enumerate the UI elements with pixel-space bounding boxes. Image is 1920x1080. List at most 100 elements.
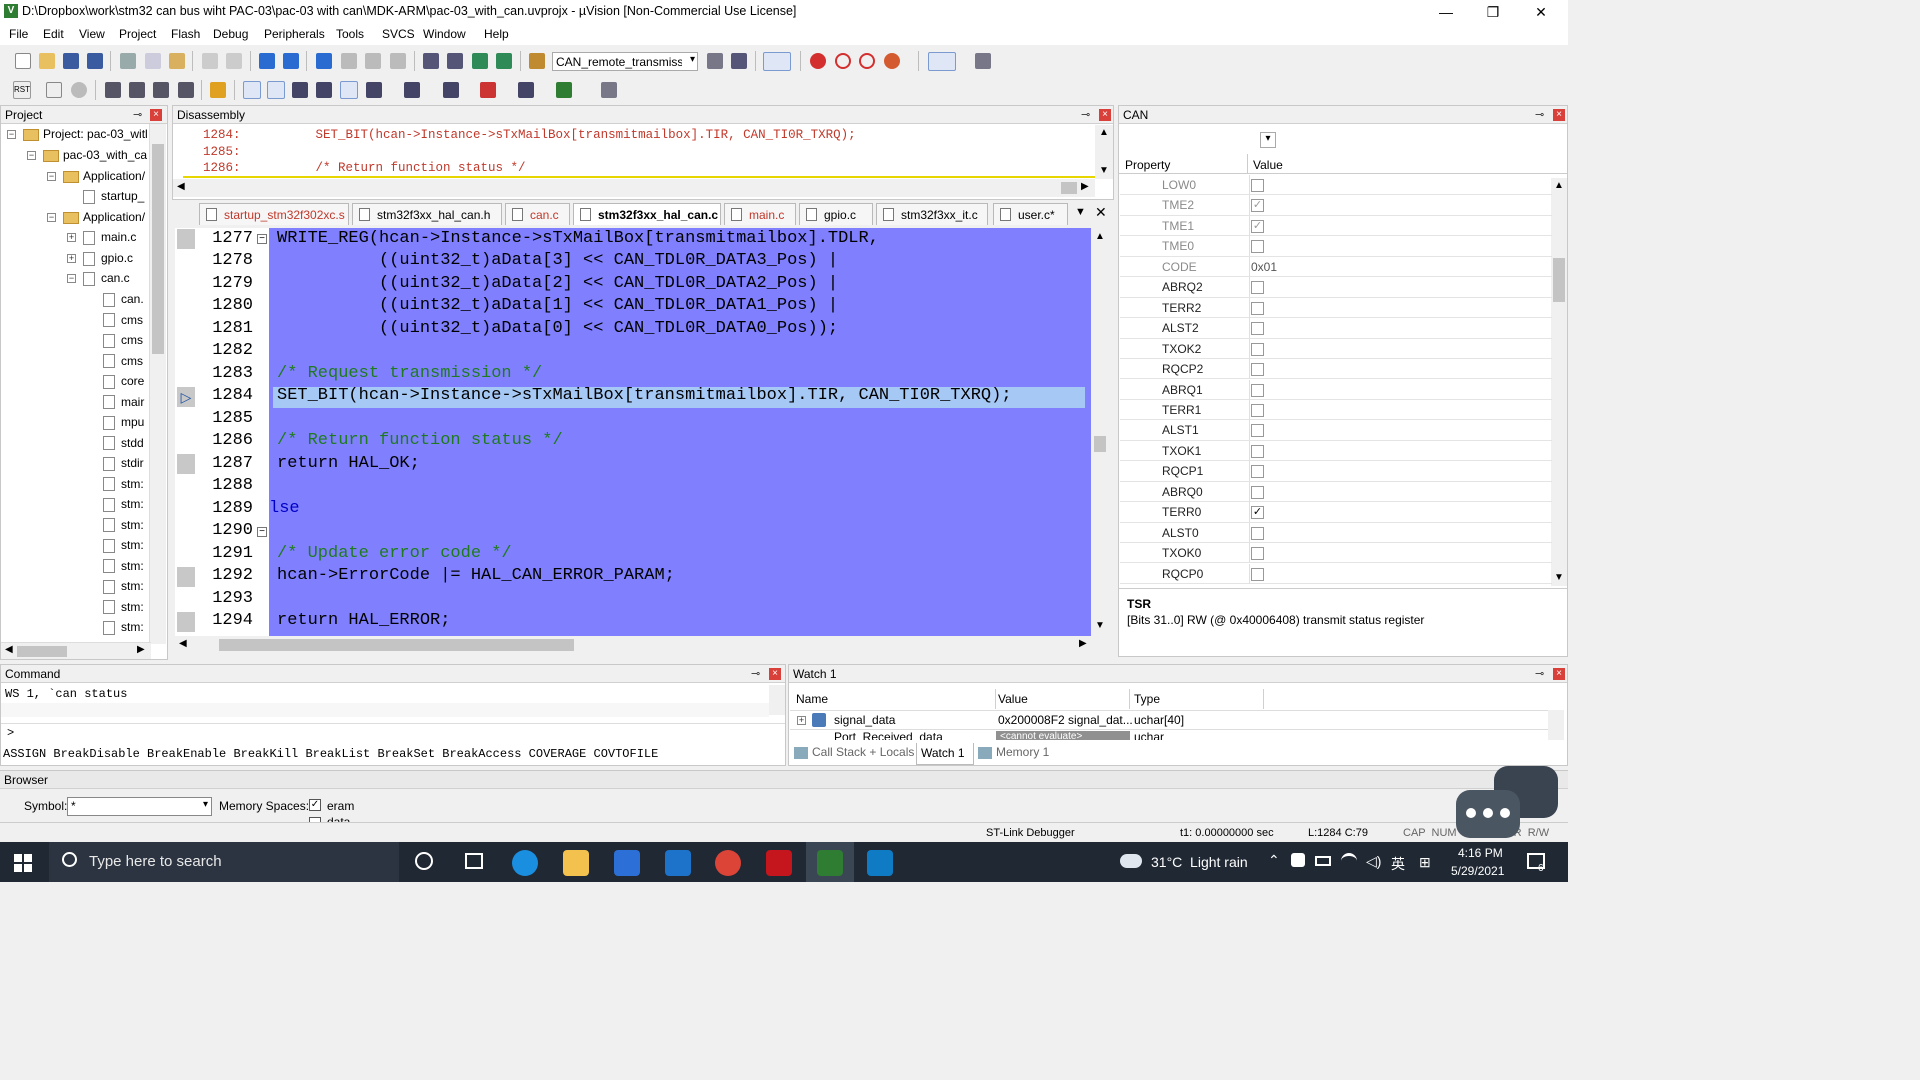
file-node[interactable]: can. — [103, 289, 144, 309]
menu-tools[interactable]: Tools — [336, 27, 364, 41]
reset-icon[interactable]: RST — [13, 81, 31, 99]
tab-list-icon[interactable]: ▼ — [1075, 206, 1086, 218]
breakpoint-kill-all-icon[interactable] — [884, 53, 900, 69]
close-icon[interactable]: × — [1553, 668, 1565, 680]
debug-session-icon[interactable] — [763, 52, 791, 71]
watch-row[interactable]: + signal_data 0x200008F2 signal_dat... u… — [790, 710, 1550, 730]
property-row[interactable]: TXOK2 — [1120, 338, 1552, 359]
file-node[interactable]: startup_ — [83, 186, 144, 206]
target-select[interactable]: CAN_remote_transmissio ▾ — [552, 52, 698, 71]
store-icon[interactable] — [614, 850, 640, 876]
step-over-icon[interactable] — [129, 82, 145, 98]
tab-watch-1[interactable]: Watch 1 — [916, 743, 974, 765]
property-row[interactable]: TME0 — [1120, 236, 1552, 257]
file-node[interactable]: main.c — [83, 227, 136, 247]
breakpoint-insert-icon[interactable] — [810, 53, 826, 69]
bookmark-icon[interactable] — [316, 53, 332, 69]
property-row[interactable]: TERR0 ✓ — [1120, 502, 1552, 523]
new-file-icon[interactable] — [15, 53, 31, 69]
toolbox-icon[interactable] — [601, 82, 617, 98]
scroll-down-icon[interactable]: ▼ — [1099, 165, 1109, 176]
collapse-icon[interactable]: − — [47, 213, 56, 222]
window-layout-icon[interactable] — [928, 52, 956, 71]
pin-icon[interactable]: ⊸ — [1535, 108, 1544, 121]
property-checkbox[interactable] — [1251, 403, 1264, 417]
tab-user-c[interactable]: user.c* — [993, 203, 1068, 225]
tab-startup[interactable]: startup_stm32f302xc.s — [199, 203, 349, 225]
property-row[interactable]: ABRQ1 — [1120, 379, 1552, 400]
close-icon[interactable]: × — [769, 668, 781, 680]
symbols-window-icon[interactable] — [292, 82, 308, 98]
property-checkbox[interactable] — [1251, 547, 1264, 561]
project-vscrollbar[interactable] — [149, 124, 166, 644]
property-row[interactable]: CODE 0x01 — [1120, 256, 1552, 278]
property-checkbox[interactable]: ✓ — [1251, 199, 1264, 213]
file-node[interactable]: stm: — [103, 597, 144, 617]
property-row[interactable]: RQCP0 — [1120, 563, 1552, 584]
memory-window-icon[interactable] — [404, 82, 420, 98]
registers-window-icon[interactable] — [316, 82, 332, 98]
scroll-up-icon[interactable]: ▲ — [1095, 231, 1105, 242]
tab-hal-can-h[interactable]: stm32f3xx_hal_can.h — [352, 203, 502, 225]
tab-memory-1[interactable]: Memory 1 — [978, 745, 1049, 763]
breakpoint-disable-icon[interactable] — [835, 53, 851, 69]
chevron-up-icon[interactable]: ⌃ — [1268, 852, 1280, 869]
close-icon[interactable]: × — [1553, 109, 1565, 121]
property-checkbox[interactable] — [1251, 383, 1264, 397]
property-value[interactable]: 0x01 — [1251, 257, 1277, 277]
restore-button[interactable]: ❐ — [1470, 0, 1516, 24]
pin-icon[interactable]: ⊸ — [751, 667, 760, 680]
menu-edit[interactable]: Edit — [43, 27, 64, 41]
collapse-icon[interactable]: − — [7, 130, 16, 139]
ime-indicator[interactable]: 英 — [1391, 854, 1405, 874]
target-node[interactable]: pac-03_with_ca — [43, 145, 147, 165]
group-node[interactable]: Application/ — [63, 207, 145, 227]
copy-icon[interactable] — [145, 53, 161, 69]
file-explorer-icon[interactable] — [563, 850, 589, 876]
menu-view[interactable]: View — [79, 27, 105, 41]
options-icon[interactable] — [707, 53, 723, 69]
editor-vscrollbar[interactable]: ▲ ▼ — [1091, 228, 1109, 636]
fold-icon[interactable]: − — [257, 234, 267, 244]
disassembly-hscrollbar[interactable]: ◀ ▶ — [173, 179, 1095, 197]
file-node[interactable]: stm: — [103, 474, 144, 494]
scroll-up-icon[interactable]: ▲ — [1099, 127, 1109, 138]
file-node[interactable]: mpu — [103, 412, 144, 432]
unindent-icon[interactable] — [447, 53, 463, 69]
property-checkbox[interactable] — [1251, 444, 1264, 458]
call-stack-icon[interactable] — [340, 81, 358, 99]
tab-call-stack[interactable]: Call Stack + Locals — [794, 745, 914, 763]
menu-project[interactable]: Project — [119, 27, 156, 41]
menu-flash[interactable]: Flash — [171, 27, 200, 41]
scroll-left-icon[interactable]: ◀ — [5, 644, 13, 655]
file-node[interactable]: stm: — [103, 515, 144, 535]
nav-back-icon[interactable] — [259, 53, 275, 69]
windows-start-icon[interactable] — [14, 854, 32, 872]
property-checkbox[interactable] — [1251, 363, 1264, 377]
stm32cubemx-icon[interactable] — [867, 850, 893, 876]
system-viewer-icon[interactable] — [556, 82, 572, 98]
disassembly-vscrollbar[interactable]: ▲ ▼ — [1095, 125, 1113, 179]
property-row[interactable]: ALST2 — [1120, 318, 1552, 339]
configure-icon[interactable] — [975, 53, 991, 69]
property-row[interactable]: TERR1 — [1120, 399, 1552, 421]
tab-it-c[interactable]: stm32f3xx_it.c — [876, 203, 988, 225]
menu-svcs[interactable]: SVCS — [382, 27, 415, 41]
menu-debug[interactable]: Debug — [213, 27, 248, 41]
find-in-files-icon[interactable] — [529, 53, 545, 69]
command-window-icon[interactable] — [243, 81, 261, 99]
ime-mode-icon[interactable]: ⊞ — [1419, 854, 1431, 871]
watch-row[interactable]: Port_Received_data <cannot evaluate> uch… — [790, 731, 1550, 740]
property-row[interactable]: ABRQ2 — [1120, 277, 1552, 298]
menu-window[interactable]: Window — [423, 27, 466, 41]
scroll-right-icon[interactable]: ▶ — [1081, 181, 1089, 192]
property-row[interactable]: TME2 ✓ — [1120, 195, 1552, 216]
uvision-task-active[interactable] — [806, 842, 854, 882]
symbol-combo[interactable]: * ▾ — [67, 797, 212, 816]
acrobat-icon[interactable] — [766, 850, 792, 876]
property-row[interactable]: TME1 ✓ — [1120, 215, 1552, 237]
serial-window-icon[interactable] — [443, 82, 459, 98]
redo-icon[interactable] — [226, 53, 242, 69]
property-row[interactable]: TXOK0 — [1120, 543, 1552, 564]
scroll-left-icon[interactable]: ◀ — [179, 638, 187, 649]
